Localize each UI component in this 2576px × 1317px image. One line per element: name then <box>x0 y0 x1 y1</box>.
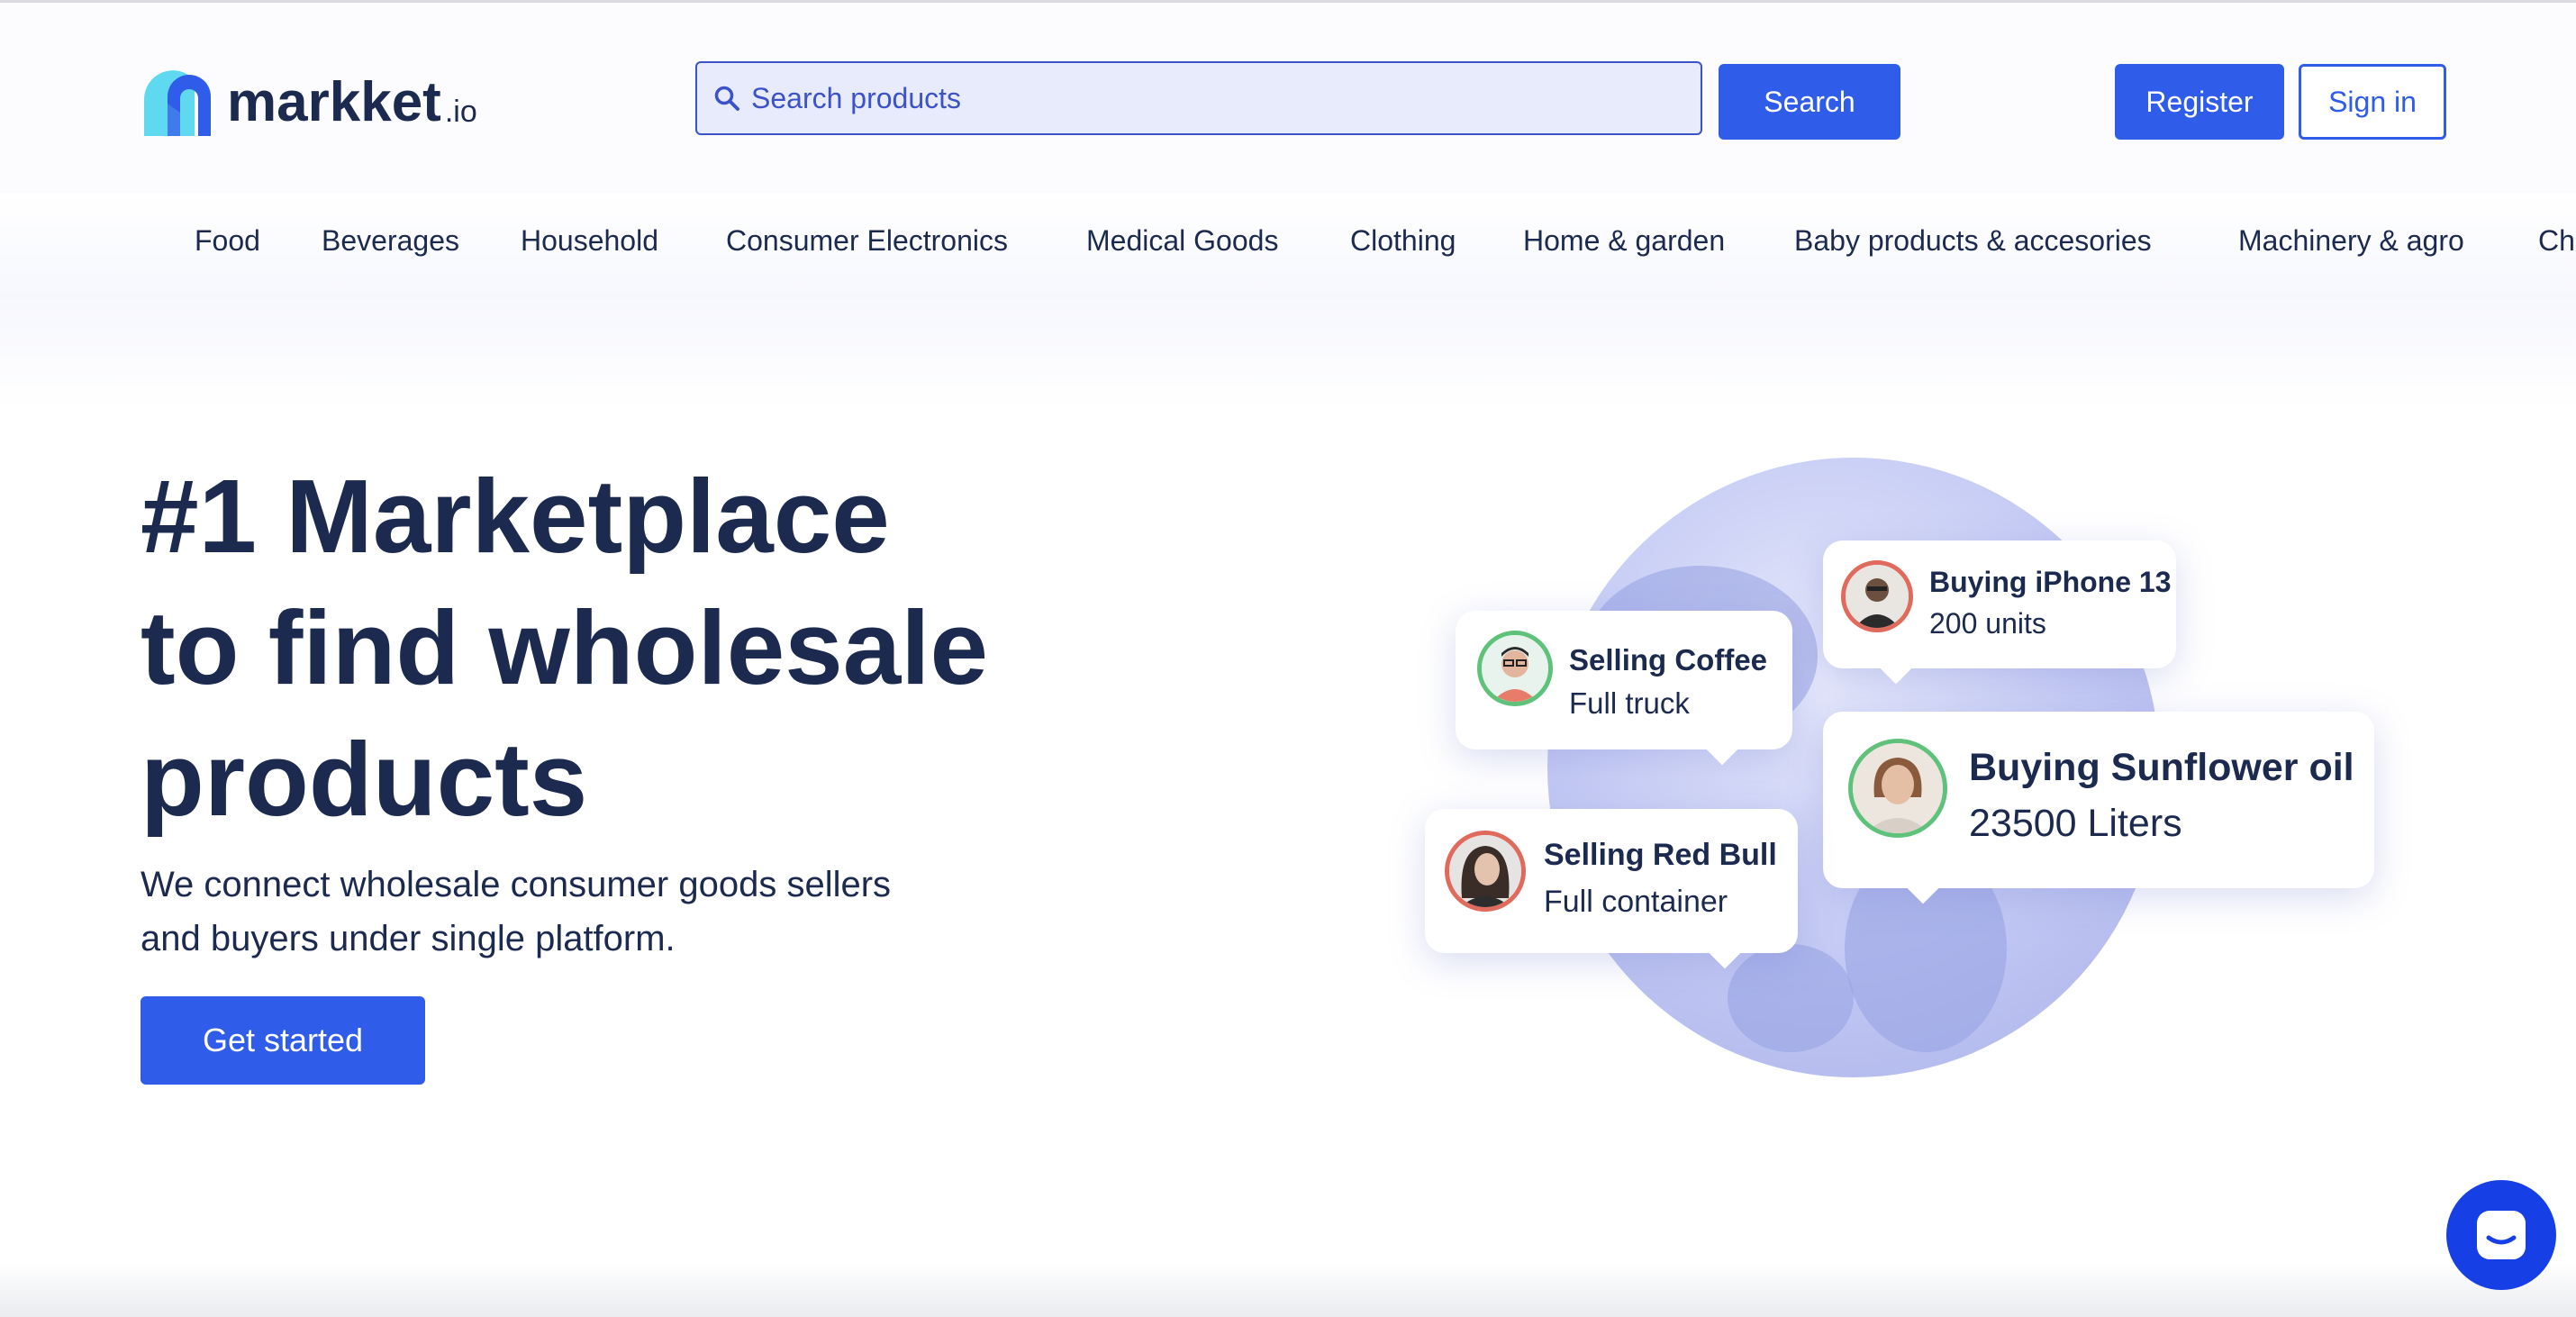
person-icon <box>1449 835 1521 907</box>
category-machinery-agro[interactable]: Machinery & agro <box>2238 224 2464 258</box>
person-icon <box>1853 743 1943 833</box>
brand-tld: .io <box>444 94 477 129</box>
category-truncated[interactable]: Ch <box>2538 224 2575 258</box>
avatar <box>1848 739 1947 838</box>
hero-subtext: We connect wholesale consumer goods sell… <box>141 858 996 966</box>
bubble-title: Selling Red Bull <box>1544 838 1777 872</box>
subtext-line-2: and buyers under single platform. <box>141 919 676 958</box>
bubble-subtitle: Full truck <box>1569 686 1690 720</box>
category-medical-goods[interactable]: Medical Goods <box>1086 224 1278 258</box>
subtext-line-1: We connect wholesale consumer goods sell… <box>141 865 892 904</box>
globe-land-shape <box>1728 944 1854 1052</box>
category-baby-products[interactable]: Baby products & accesories <box>1794 224 2152 258</box>
person-icon <box>1482 635 1548 702</box>
category-clothing[interactable]: Clothing <box>1350 224 1456 258</box>
category-food[interactable]: Food <box>195 224 260 258</box>
hero-background <box>0 293 2576 410</box>
person-icon <box>1846 565 1909 628</box>
avatar <box>1477 631 1553 706</box>
bottom-fade <box>0 1261 2576 1317</box>
search-button[interactable]: Search <box>1719 64 1900 140</box>
search-field[interactable] <box>695 61 1702 135</box>
category-home-garden[interactable]: Home & garden <box>1523 224 1725 258</box>
avatar <box>1841 560 1913 632</box>
brand-name: markket <box>227 70 441 133</box>
category-consumer-electronics[interactable]: Consumer Electronics <box>726 224 1008 258</box>
logo-mark-icon <box>143 70 211 136</box>
category-household[interactable]: Household <box>521 224 658 258</box>
trade-bubble[interactable]: Selling Coffee Full truck <box>1456 611 1792 766</box>
headline-line-1: #1 Marketplace <box>141 458 890 575</box>
search-input[interactable] <box>749 80 1654 116</box>
brand-logo[interactable]: markket .io <box>141 66 477 138</box>
category-beverages[interactable]: Beverages <box>322 224 459 258</box>
trade-bubble[interactable]: Buying iPhone 13 200 units <box>1823 540 2176 685</box>
bubble-subtitle: Full container <box>1544 885 1728 919</box>
avatar <box>1445 831 1526 912</box>
hero-headline: #1 Marketplace to find wholesale product… <box>141 450 1131 845</box>
chat-icon <box>2477 1211 2526 1259</box>
chat-launcher-button[interactable] <box>2446 1180 2556 1290</box>
sign-in-button[interactable]: Sign in <box>2299 64 2446 140</box>
category-nav: Food Beverages Household Consumer Electr… <box>0 194 2576 293</box>
bubble-title: Buying iPhone 13 <box>1929 566 2172 598</box>
site-header: markket .io Search Register Sign in <box>0 3 2576 195</box>
search-icon <box>714 86 739 111</box>
bubble-subtitle: 23500 Liters <box>1969 802 2182 845</box>
bubble-subtitle: 200 units <box>1929 607 2046 640</box>
register-button[interactable]: Register <box>2115 64 2284 140</box>
trade-bubble[interactable]: Selling Red Bull Full container <box>1425 809 1798 969</box>
headline-line-2: to find wholesale <box>141 589 988 706</box>
bubble-title: Selling Coffee <box>1569 643 1768 677</box>
trade-bubble[interactable]: Buying Sunflower oil 23500 Liters <box>1823 712 2374 904</box>
get-started-button[interactable]: Get started <box>141 996 425 1085</box>
headline-line-3: products <box>141 721 588 838</box>
bubble-title: Buying Sunflower oil <box>1969 746 2354 789</box>
